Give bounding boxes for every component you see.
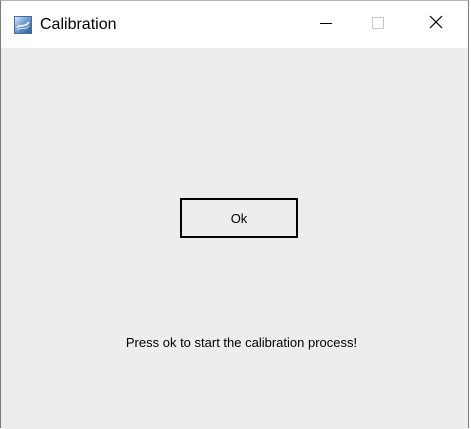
minimize-button[interactable] (303, 1, 349, 48)
title-bar[interactable]: Calibration (1, 1, 468, 48)
maximize-button (355, 1, 401, 48)
maximize-icon (372, 16, 384, 34)
window-title: Calibration (40, 16, 117, 33)
app-icon (14, 16, 32, 34)
ok-button[interactable]: Ok (180, 198, 298, 238)
client-area: Ok Press ok to start the calibration pro… (1, 48, 468, 429)
minimize-icon (320, 16, 332, 34)
close-icon (429, 15, 443, 34)
calibration-window: Calibration Ok Press ok to start the cal… (0, 0, 469, 429)
instruction-message: Press ok to start the calibration proces… (125, 335, 358, 350)
close-button[interactable] (413, 1, 459, 48)
